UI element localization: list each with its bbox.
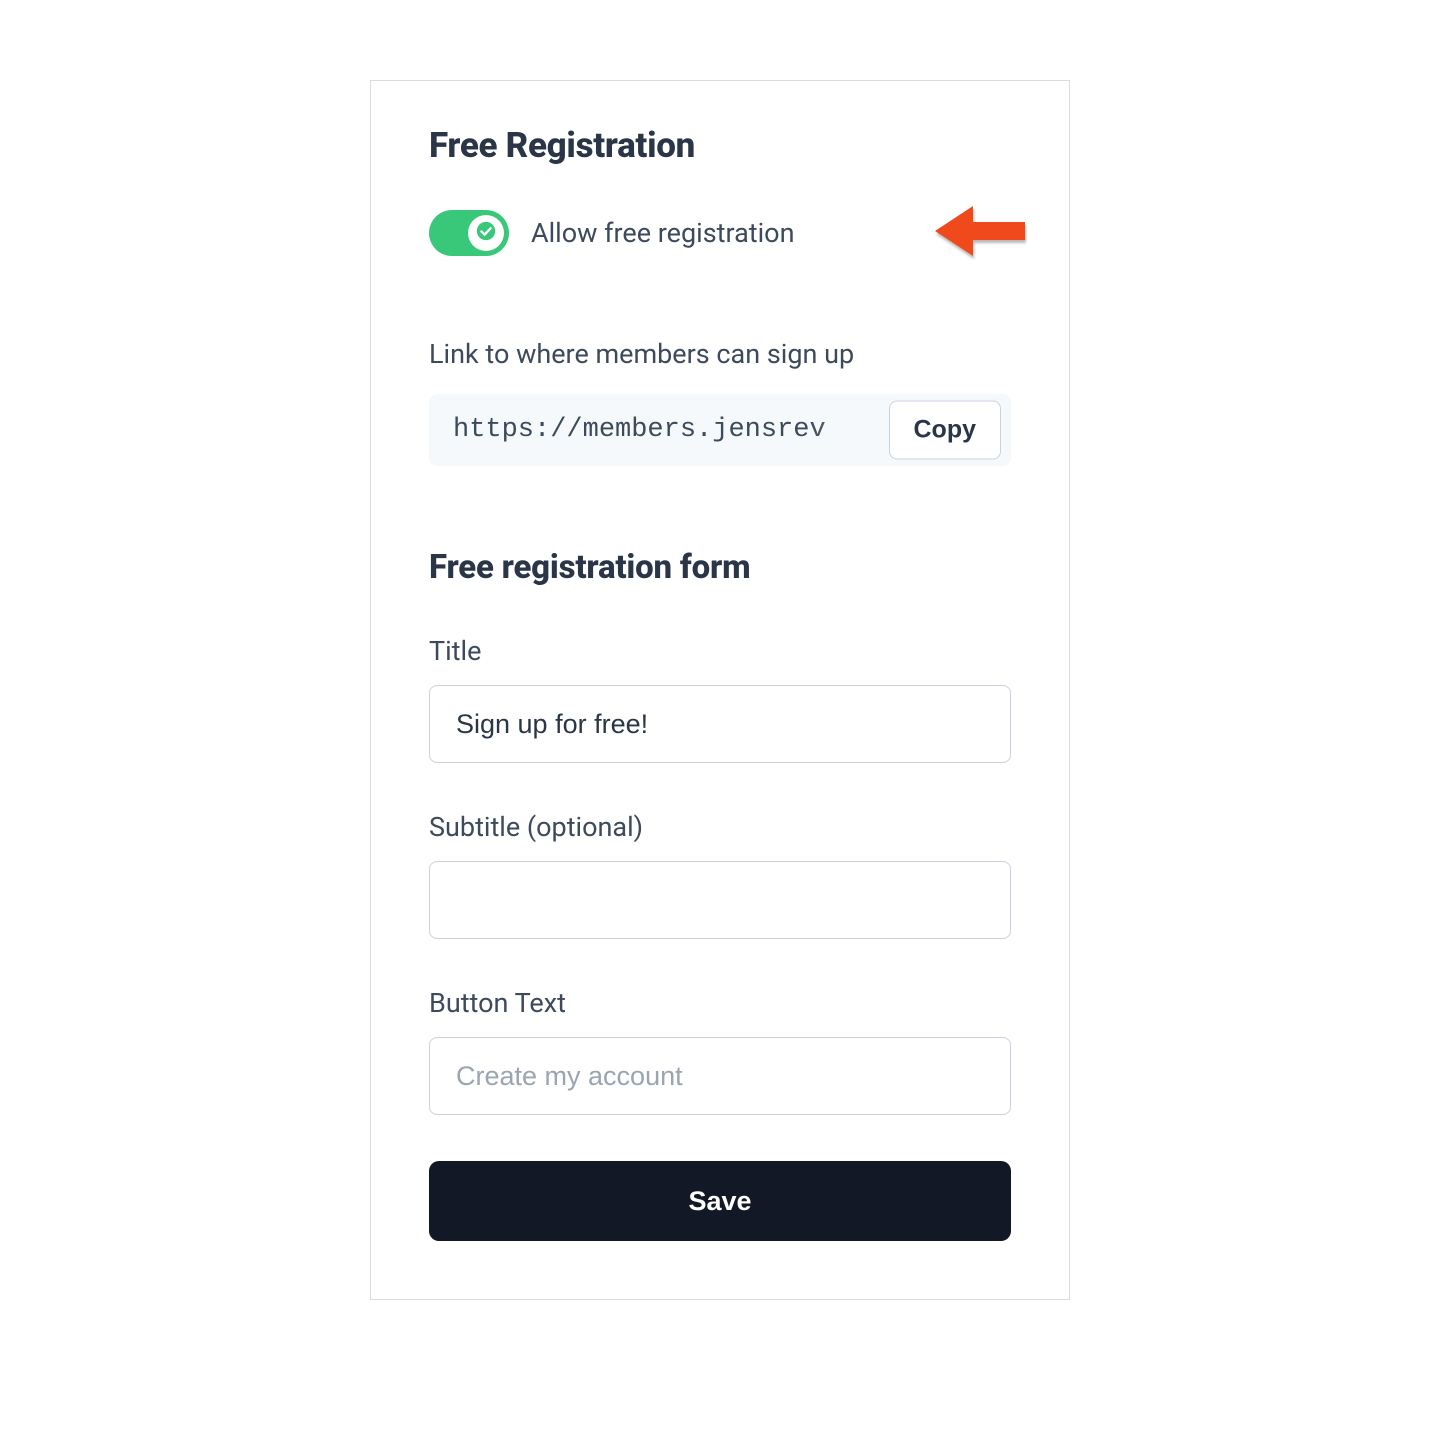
subtitle-field-group: Subtitle (optional) — [429, 811, 1011, 939]
toggle-knob — [468, 215, 504, 251]
arrow-left-icon — [929, 200, 1027, 266]
subtitle-input[interactable] — [429, 861, 1011, 939]
button-text-input[interactable] — [429, 1037, 1011, 1115]
signup-link-label: Link to where members can sign up — [429, 338, 1011, 370]
free-registration-card: Free Registration Allow free registratio… — [370, 80, 1070, 1300]
title-input[interactable] — [429, 685, 1011, 763]
page-title: Free Registration — [429, 125, 1011, 166]
form-section-title: Free registration form — [429, 548, 1011, 587]
allow-free-registration-label: Allow free registration — [531, 217, 794, 249]
copy-link-button[interactable]: Copy — [889, 401, 1002, 460]
allow-free-registration-row: Allow free registration — [429, 210, 1011, 256]
signup-link-url: https://members.jensrev — [453, 415, 826, 445]
title-field-label: Title — [429, 635, 1011, 667]
title-field-group: Title — [429, 635, 1011, 763]
signup-link-box: https://members.jensrev Copy — [429, 394, 1011, 466]
allow-free-registration-toggle[interactable] — [429, 210, 509, 256]
subtitle-field-label: Subtitle (optional) — [429, 811, 1011, 843]
button-text-field-group: Button Text — [429, 987, 1011, 1115]
button-text-field-label: Button Text — [429, 987, 1011, 1019]
save-button[interactable]: Save — [429, 1161, 1011, 1241]
check-icon — [475, 220, 497, 246]
